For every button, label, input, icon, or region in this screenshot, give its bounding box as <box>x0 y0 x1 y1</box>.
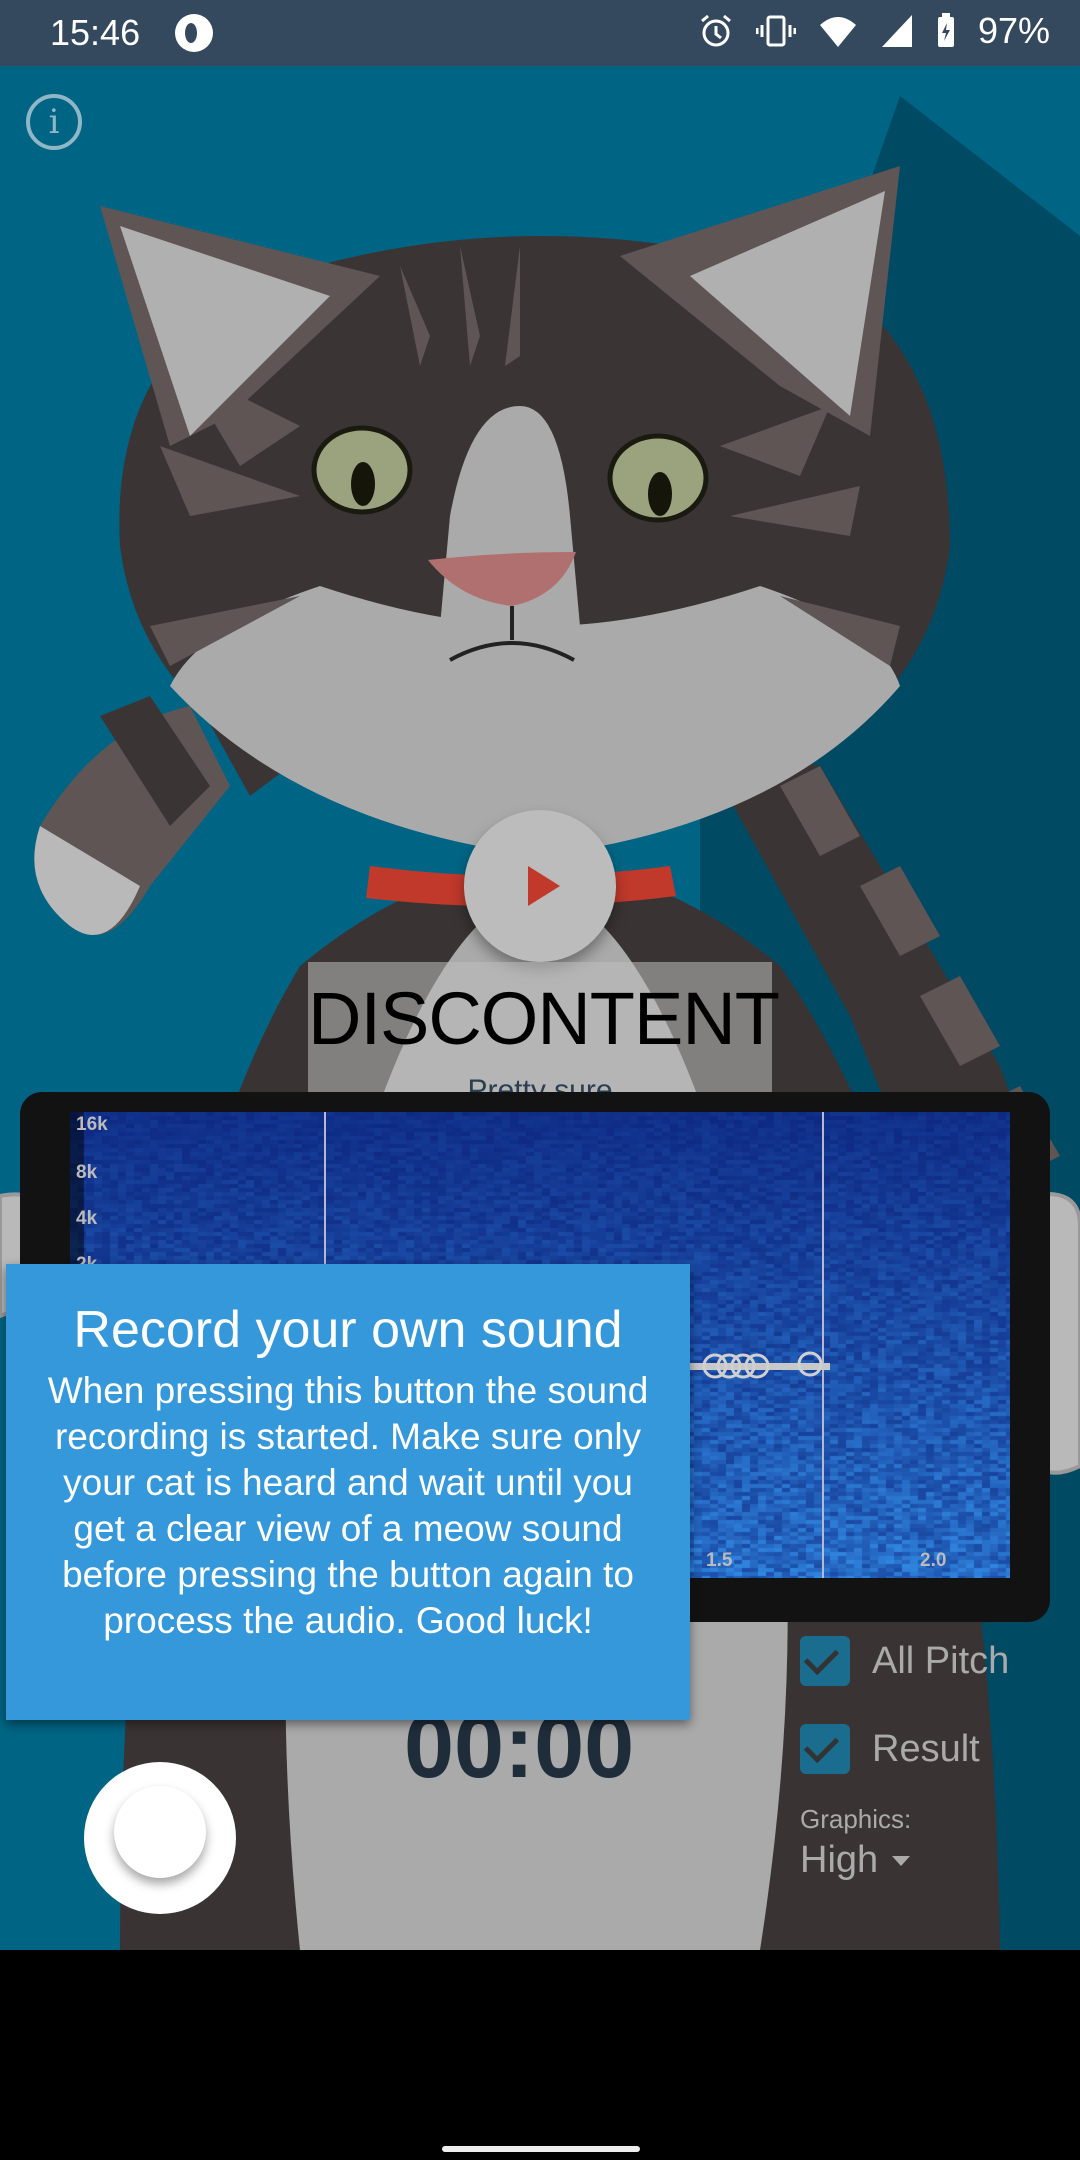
status-time: 15:46 <box>50 12 141 53</box>
graphics-dropdown[interactable]: High <box>800 1839 1009 1882</box>
result-label: DISCONTENT <box>308 977 780 1060</box>
info-icon: i <box>48 102 60 142</box>
navigation-bar <box>0 1950 1080 2160</box>
home-gesture-handle[interactable] <box>442 2146 640 2152</box>
y-tick-label: 8k <box>76 1162 98 1183</box>
alarm-icon <box>700 14 731 47</box>
info-button[interactable]: i <box>26 94 82 150</box>
y-tick-label: 4k <box>76 1208 98 1229</box>
x-tick-label: 1.5 <box>706 1550 733 1571</box>
battery-charging-icon <box>937 13 954 47</box>
tooltip-body: When pressing this button the sound reco… <box>47 1370 649 1641</box>
tooltip-title: Record your own sound <box>73 1301 623 1359</box>
graphics-value: High <box>800 1839 879 1881</box>
wifi-icon <box>819 17 856 47</box>
tutorial-tooltip[interactable]: Record your own sound When pressing this… <box>6 1264 690 1720</box>
pitch-track-line <box>670 1363 830 1370</box>
dropdown-arrow-icon <box>892 1855 911 1866</box>
checkbox-checked-icon <box>800 1636 850 1686</box>
record-button[interactable] <box>84 1762 236 1914</box>
status-bar: 15:46 97% <box>0 0 1080 66</box>
graphics-label: Graphics: <box>800 1804 912 1834</box>
all-pitch-label: All Pitch <box>872 1639 1010 1682</box>
signal-icon <box>881 15 912 47</box>
all-pitch-checkbox[interactable]: All Pitch <box>800 1636 1009 1686</box>
record-button-inner <box>114 1786 206 1878</box>
status-icons: 97% <box>698 10 1050 52</box>
cat-translator-screen: i DISCONTENT Pretty sure 16k 8k 4k 2k 1.… <box>0 66 1080 1950</box>
vibrate-icon <box>755 15 796 47</box>
app-notification-icon <box>175 14 213 52</box>
play-button[interactable] <box>464 810 616 962</box>
result-checkbox[interactable]: Result <box>800 1724 1009 1774</box>
checkbox-checked-icon <box>800 1724 850 1774</box>
options-panel: All Pitch Result Graphics: High <box>800 1636 1009 1882</box>
battery-percent: 97% <box>977 10 1050 51</box>
result-panel: DISCONTENT Pretty sure <box>308 962 780 1110</box>
x-tick-label: 2.0 <box>920 1550 947 1571</box>
y-tick-label: 16k <box>76 1114 108 1135</box>
result-checkbox-label: Result <box>872 1727 980 1770</box>
